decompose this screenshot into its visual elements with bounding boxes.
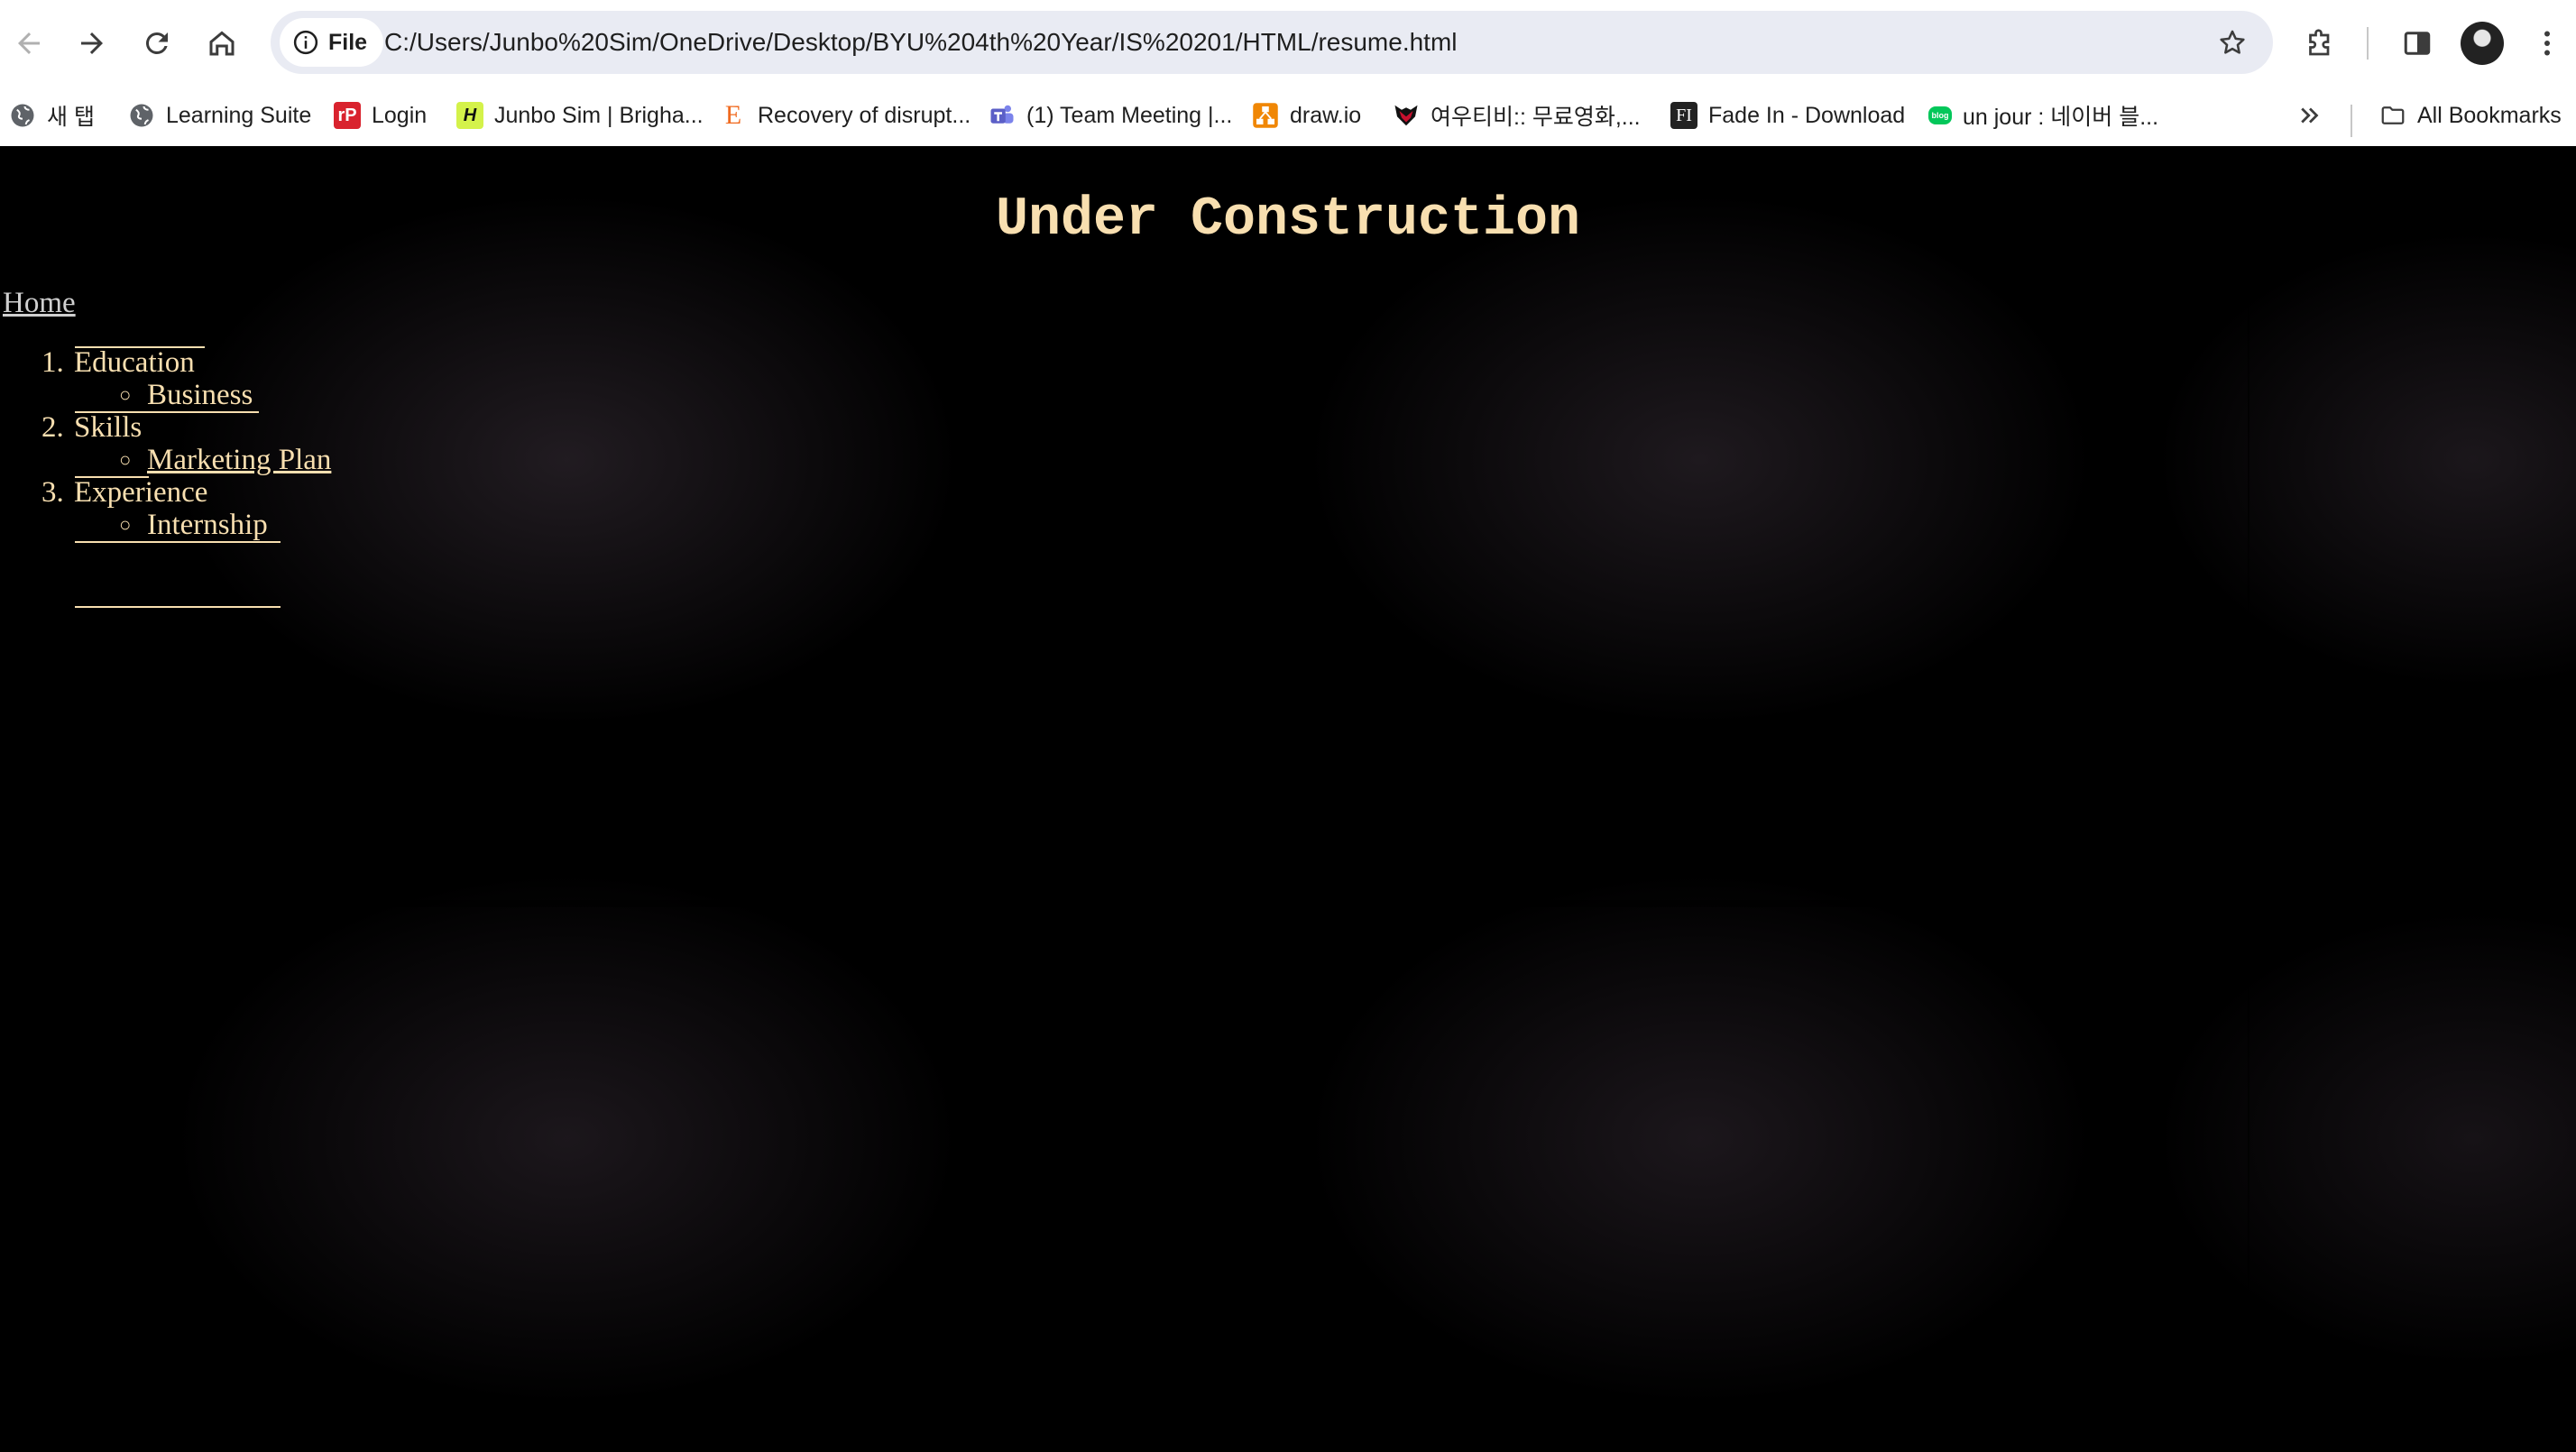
bookmarks-divider [2351, 105, 2352, 137]
info-icon [293, 30, 318, 55]
puzzle-icon [2309, 29, 2330, 56]
home-icon [209, 31, 235, 56]
home-button[interactable] [197, 18, 247, 69]
list-number: 2. [41, 411, 64, 444]
bookmark-naver-blog[interactable]: blog un jour : 네이버 블... [1928, 94, 2158, 137]
globe-icon [9, 102, 36, 129]
bookmark-label: Recovery of disrupt... [758, 102, 971, 128]
globe-icon [128, 102, 155, 129]
bookmark-recovery[interactable]: E Recovery of disrupt... [720, 94, 971, 137]
site-chip-label: File [328, 29, 368, 55]
list-number: 3. [41, 476, 64, 509]
background-tile-seam [0, 900, 2576, 907]
list-label-experience: Experience [74, 476, 208, 509]
reload-button[interactable] [132, 18, 182, 69]
teams-icon [989, 102, 1016, 129]
arrow-right-icon [81, 32, 103, 54]
double-chevron-right-icon [2296, 102, 2323, 129]
page-title: Under Construction [995, 189, 1581, 251]
naver-blog-icon: blog [1928, 106, 1952, 124]
site-info-chip[interactable]: File [280, 18, 384, 67]
star-icon [2220, 30, 2245, 54]
bookmark-label: Junbo Sim | Brigha... [494, 102, 704, 128]
bookmark-label: draw.io [1290, 102, 1362, 128]
browser-menu-button[interactable] [2522, 18, 2572, 69]
list-label-education: Education [74, 346, 195, 379]
bookmark-label: 새 탭 [47, 105, 95, 130]
all-bookmarks-label: All Bookmarks [2417, 102, 2562, 128]
marketing-plan-link[interactable]: Marketing Plan [147, 444, 331, 476]
list-label-skills: Skills [74, 411, 143, 444]
bookmark-team-meeting[interactable]: (1) Team Meeting |... [989, 94, 1232, 137]
bookmark-label: (1) Team Meeting |... [1026, 102, 1233, 128]
background-tile-seam [1118, 146, 1120, 1452]
circle-bullet-icon: ○ [119, 513, 132, 536]
bookmarks-bar: 새 탭 Learning Suite rP Login H Junbo Sim … [0, 85, 2576, 146]
more-vertical-icon [2544, 31, 2550, 56]
rp-icon: rP [334, 102, 361, 129]
forward-button[interactable] [67, 18, 117, 69]
back-button[interactable] [4, 18, 54, 69]
extensions-button[interactable] [2295, 18, 2345, 69]
sublist-label-internship: Internship [147, 509, 268, 541]
bookmarks-overflow-button[interactable] [2296, 94, 2323, 137]
handshake-icon: H [456, 102, 483, 129]
bookmark-label: Fade In - Download [1708, 102, 1906, 128]
circle-bullet-icon: ○ [119, 448, 132, 471]
bookmark-star-button[interactable] [2210, 20, 2255, 65]
bookmark-learning-suite[interactable]: Learning Suite [128, 94, 311, 137]
bookmark-label: 여우티비:: 무료영화,... [1431, 105, 1641, 130]
e-logo-icon: E [724, 100, 742, 130]
browser-chrome: File C:/Users/Junbo%20Sim/OneDrive/Deskt… [0, 0, 2576, 146]
decorative-underline [75, 541, 281, 543]
sublist-label-business: Business [147, 379, 253, 411]
folder-icon [2379, 102, 2406, 129]
arrow-left-icon [18, 32, 40, 54]
bookmark-label: Learning Suite [166, 102, 312, 128]
background-tile-seam [2248, 146, 2249, 1452]
decorative-underline [75, 606, 281, 608]
bookmark-label: Login [372, 102, 428, 128]
bookmark-drawio[interactable]: draw.io [1252, 94, 1361, 137]
browser-toolbar: File C:/Users/Junbo%20Sim/OneDrive/Deskt… [0, 0, 2576, 85]
list-number: 1. [41, 346, 64, 379]
page-content: Under Construction Home 1. Education ○ B… [0, 146, 2576, 1452]
bookmark-login[interactable]: rP Login [334, 94, 427, 137]
fox-icon [1393, 102, 1420, 129]
side-panel-button[interactable] [2392, 18, 2443, 69]
bookmark-junbo-sim[interactable]: H Junbo Sim | Brigha... [456, 94, 704, 137]
drawio-icon [1252, 102, 1279, 129]
bookmark-fade-in[interactable]: FI Fade In - Download [1670, 94, 1905, 137]
toolbar-divider [2367, 27, 2369, 60]
home-link[interactable]: Home [3, 287, 76, 320]
url-text[interactable]: C:/Users/Junbo%20Sim/OneDrive/Desktop/BY… [384, 11, 1458, 74]
circle-bullet-icon: ○ [119, 383, 132, 406]
all-bookmarks-button[interactable]: All Bookmarks [2379, 94, 2562, 137]
bookmark-new-tab[interactable]: 새 탭 [9, 94, 95, 137]
reload-icon [145, 32, 168, 54]
fadein-icon: FI [1670, 102, 1697, 129]
side-panel-icon [2404, 32, 2431, 55]
profile-avatar[interactable] [2461, 22, 2504, 65]
bookmark-fox-tv[interactable]: 여우티비:: 무료영화,... [1393, 94, 1641, 137]
bookmark-label: un jour : 네이버 블... [1963, 105, 2159, 130]
address-bar[interactable]: File C:/Users/Junbo%20Sim/OneDrive/Deskt… [271, 11, 2273, 74]
